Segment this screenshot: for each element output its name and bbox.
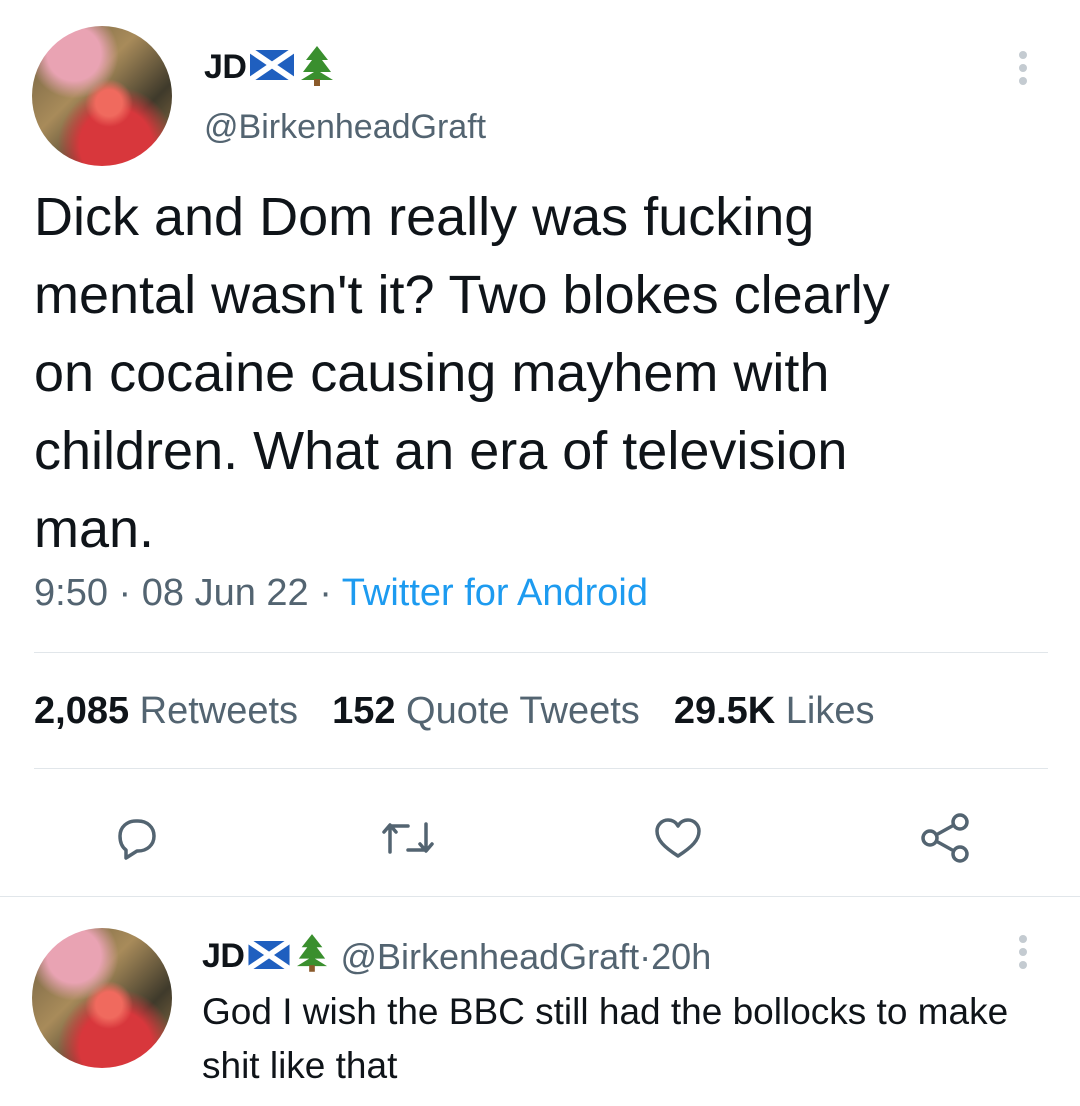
share-icon[interactable] bbox=[914, 810, 974, 871]
author-handle[interactable]: @BirkenheadGraft bbox=[204, 108, 486, 147]
retweets-count: 2,085 bbox=[34, 690, 130, 732]
author-display-name[interactable]: JD bbox=[204, 48, 247, 87]
quotes-label: Quote Tweets bbox=[406, 690, 640, 732]
quote-tweets-stat[interactable]: 152 Quote Tweets bbox=[332, 690, 640, 733]
tweet-text: Dick and Dom really was fucking mental w… bbox=[34, 187, 890, 559]
reply-handle[interactable]: @BirkenheadGraft bbox=[340, 936, 639, 978]
divider bbox=[34, 652, 1048, 653]
reply-age[interactable]: 20h bbox=[651, 936, 711, 978]
author-avatar[interactable] bbox=[32, 26, 172, 166]
retweets-label: Retweets bbox=[139, 690, 299, 732]
author-name-row[interactable]: JD bbox=[204, 44, 334, 91]
meta-separator: · bbox=[308, 572, 342, 614]
tweet-time[interactable]: 9:50 bbox=[34, 572, 108, 614]
reply-separator: · bbox=[639, 935, 652, 977]
quotes-count: 152 bbox=[332, 690, 396, 732]
likes-count: 29.5K bbox=[673, 690, 776, 732]
reply-icon[interactable] bbox=[108, 810, 164, 871]
tweet-source-link[interactable]: Twitter for Android bbox=[342, 572, 648, 614]
scotland-flag-icon bbox=[248, 47, 297, 85]
reply-header: JD @BirkenheadGraft · 20h bbox=[202, 932, 711, 981]
christmas-tree-icon bbox=[300, 44, 334, 91]
tweet-meta: 9:50 · 08 Jun 22 · Twitter for Android bbox=[34, 572, 648, 615]
likes-stat[interactable]: 29.5K Likes bbox=[674, 690, 875, 733]
meta-separator: · bbox=[107, 572, 142, 614]
divider bbox=[34, 768, 1048, 769]
reply-text: God I wish the BBC still had the bollock… bbox=[202, 991, 1009, 1086]
retweet-icon[interactable] bbox=[376, 810, 440, 871]
tweet-actions bbox=[0, 810, 1080, 870]
more-options-icon[interactable] bbox=[1016, 50, 1030, 91]
reply-author-avatar[interactable] bbox=[32, 928, 172, 1068]
scotland-flag-icon bbox=[247, 936, 292, 978]
tweet-stats: 2,085 Retweets 152 Quote Tweets 29.5K Li… bbox=[34, 690, 909, 733]
tweet-date[interactable]: 08 Jun 22 bbox=[142, 572, 309, 614]
divider bbox=[0, 896, 1080, 897]
reply-display-name[interactable]: JD bbox=[202, 937, 245, 976]
christmas-tree-icon bbox=[296, 932, 328, 981]
more-options-icon[interactable] bbox=[1016, 934, 1030, 975]
retweets-stat[interactable]: 2,085 Retweets bbox=[34, 690, 298, 733]
likes-label: Likes bbox=[785, 690, 875, 732]
heart-icon[interactable] bbox=[650, 810, 706, 871]
